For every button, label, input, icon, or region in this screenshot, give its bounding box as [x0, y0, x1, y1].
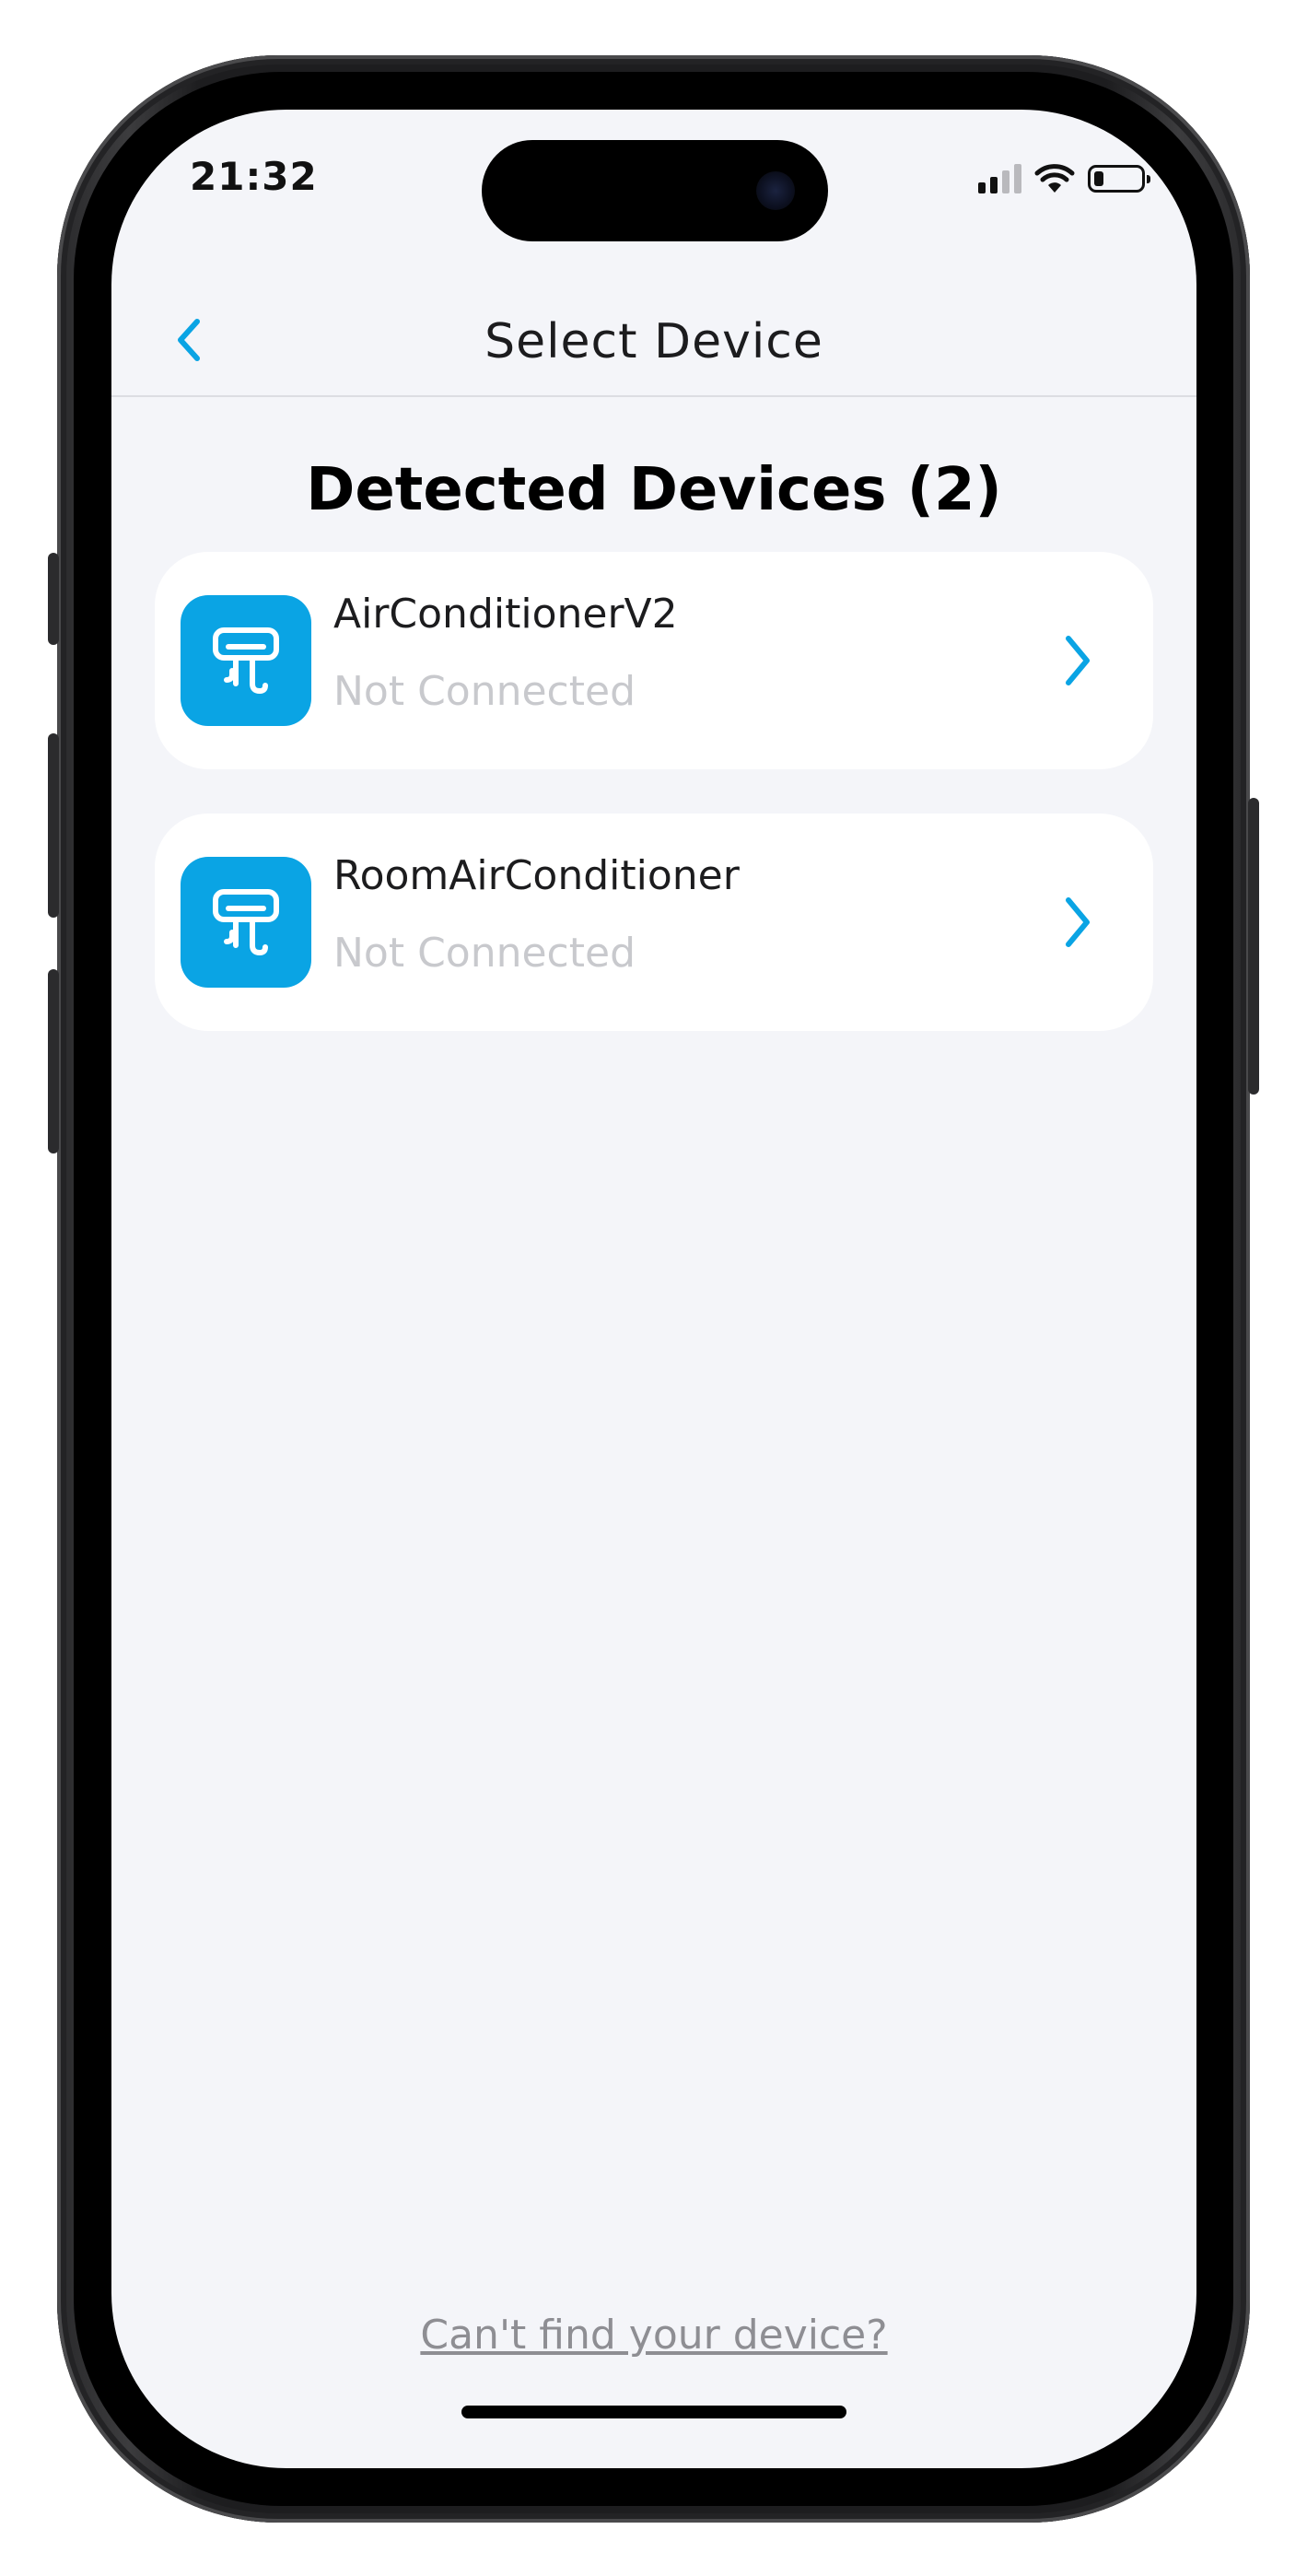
- device-name: AirConditionerV2: [333, 591, 678, 638]
- air-conditioner-icon: [181, 595, 311, 726]
- battery-level: [1094, 171, 1103, 186]
- home-indicator[interactable]: [461, 2406, 846, 2418]
- navigation-bar: Select Device: [111, 294, 1196, 397]
- wifi-icon: [1034, 164, 1075, 193]
- power-button: [1248, 798, 1259, 1095]
- status-time: 21:32: [190, 154, 318, 199]
- front-camera: [756, 171, 795, 210]
- volume-down-button: [48, 969, 59, 1153]
- battery-icon: [1088, 165, 1150, 193]
- dynamic-island: [482, 140, 828, 241]
- cellular-signal-icon: [978, 164, 1021, 193]
- device-status: Not Connected: [333, 930, 636, 977]
- volume-up-button: [48, 733, 59, 918]
- device-name: RoomAirConditioner: [333, 852, 740, 899]
- status-indicators: [978, 160, 1150, 197]
- page-title: Select Device: [484, 314, 823, 369]
- device-card[interactable]: RoomAirConditioner Not Connected: [155, 814, 1153, 1031]
- cant-find-device-link[interactable]: Can't find your device?: [111, 2312, 1196, 2359]
- chevron-right-icon: [1066, 636, 1090, 685]
- section-title: Detected Devices (2): [306, 456, 1002, 524]
- action-button: [48, 553, 59, 645]
- chevron-right-icon: [1066, 897, 1090, 947]
- air-conditioner-icon: [181, 857, 311, 988]
- screen: 21:32 Select Device Detected Devices (2)…: [111, 110, 1196, 2468]
- device-card[interactable]: AirConditionerV2 Not Connected: [155, 552, 1153, 769]
- device-status: Not Connected: [333, 668, 636, 715]
